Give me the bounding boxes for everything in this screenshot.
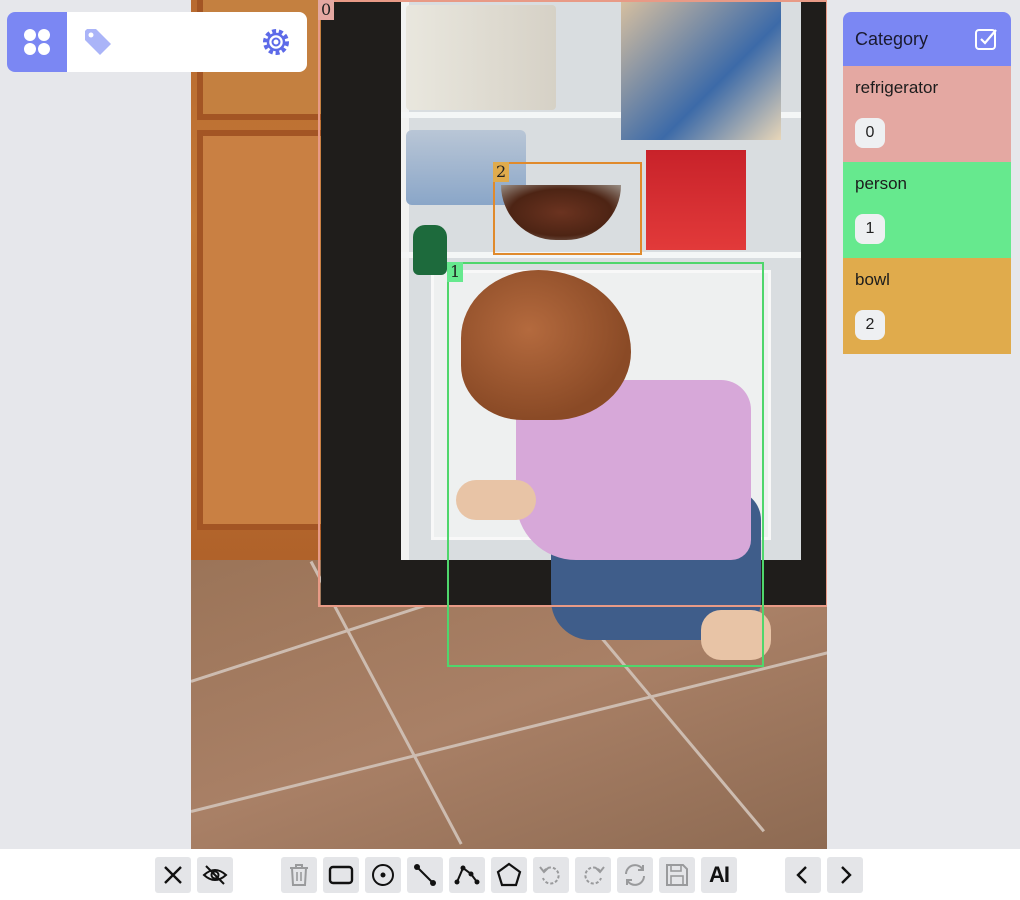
ai-button[interactable]: AI	[701, 857, 737, 893]
apps-icon	[24, 29, 50, 55]
previous-image-button[interactable]	[785, 857, 821, 893]
undo-button[interactable]	[533, 857, 569, 893]
save-icon	[666, 864, 688, 886]
category-panel: Category refrigerator 0 person 1 bowl 2	[843, 12, 1011, 354]
previous-icon	[796, 866, 807, 884]
hide-annotations-button[interactable]	[197, 857, 233, 893]
category-id-badge: 2	[855, 310, 885, 340]
redo-icon	[584, 866, 605, 885]
line-tool-button[interactable]	[407, 857, 443, 893]
delete-icon	[290, 864, 308, 886]
category-name: refrigerator	[855, 78, 939, 97]
category-item-refrigerator[interactable]: refrigerator 0	[843, 66, 1011, 162]
bottom-toolbar: AI	[0, 849, 1020, 900]
polyline-tool-button[interactable]	[449, 857, 485, 893]
category-name: person	[855, 174, 907, 193]
rectangle-icon	[328, 865, 354, 885]
category-name: bowl	[855, 270, 890, 289]
hide-eye-icon	[202, 865, 228, 885]
line-icon	[414, 864, 436, 886]
category-item-bowl[interactable]: bowl 2	[843, 258, 1011, 354]
polygon-tool-button[interactable]	[491, 857, 527, 893]
point-tool-button[interactable]	[365, 857, 401, 893]
save-button[interactable]	[659, 857, 695, 893]
polygon-icon	[496, 862, 522, 887]
category-panel-title: Category	[855, 28, 929, 49]
tag-icon	[85, 29, 111, 55]
tag-button[interactable]	[81, 25, 115, 59]
reset-button[interactable]	[617, 857, 653, 893]
ai-icon: AI	[709, 862, 730, 887]
bbox-label: 1	[447, 262, 464, 282]
bbox-label: 2	[493, 162, 510, 182]
delete-button[interactable]	[281, 857, 317, 893]
select-all-checkbox-icon[interactable]	[973, 26, 999, 52]
reset-icon	[625, 864, 645, 886]
apps-button[interactable]	[7, 12, 67, 72]
polyline-icon	[454, 865, 480, 885]
bbox-bowl[interactable]: 2	[493, 162, 642, 255]
category-id-badge: 0	[855, 118, 885, 148]
category-panel-header: Category	[843, 12, 1011, 66]
point-icon	[372, 864, 394, 886]
next-icon	[841, 866, 852, 884]
undo-icon	[539, 866, 560, 885]
rectangle-tool-button[interactable]	[323, 857, 359, 893]
close-icon	[164, 866, 182, 884]
top-left-toolbar	[7, 12, 307, 72]
settings-button[interactable]	[259, 25, 293, 59]
redo-button[interactable]	[575, 857, 611, 893]
close-button[interactable]	[155, 857, 191, 893]
category-item-person[interactable]: person 1	[843, 162, 1011, 258]
bbox-person[interactable]: 1	[447, 262, 764, 667]
bbox-label: 0	[318, 0, 335, 20]
settings-gear-icon	[263, 29, 289, 55]
image-canvas[interactable]: 0 1 2	[191, 0, 827, 849]
next-image-button[interactable]	[827, 857, 863, 893]
category-id-badge: 1	[855, 214, 885, 244]
